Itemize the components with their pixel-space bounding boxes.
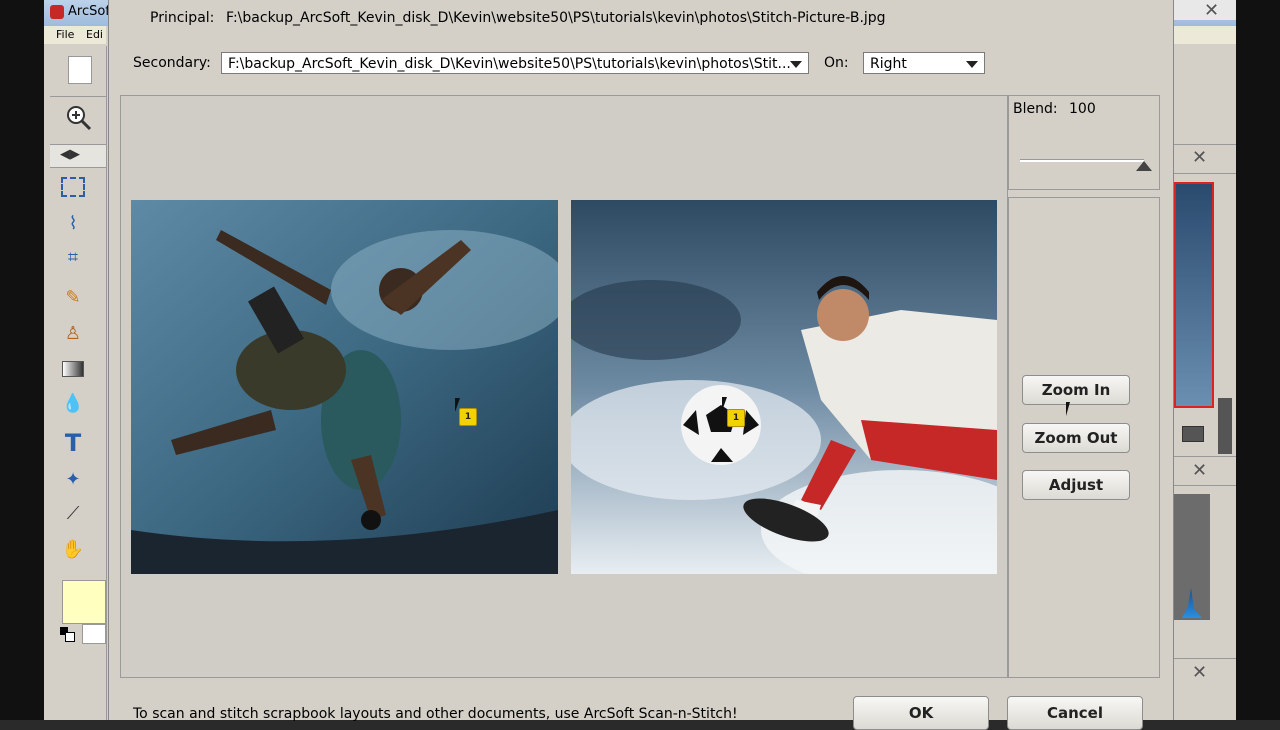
principal-label: Principal: bbox=[150, 10, 215, 26]
pencil-icon[interactable]: ✎ bbox=[58, 282, 88, 312]
water-drop-icon[interactable]: 💧 bbox=[58, 388, 88, 418]
image-icon[interactable] bbox=[1182, 426, 1204, 442]
marquee-select-icon[interactable] bbox=[58, 172, 88, 202]
secondary-label: Secondary: bbox=[133, 55, 211, 71]
ok-button[interactable]: OK bbox=[853, 696, 989, 730]
background-app-title: ArcSof bbox=[68, 4, 110, 19]
stamp-icon[interactable]: ♙ bbox=[58, 318, 88, 348]
zoom-in-button[interactable]: Zoom In bbox=[1022, 375, 1130, 405]
menu-file[interactable]: File bbox=[56, 28, 74, 41]
gradient-icon[interactable] bbox=[58, 354, 88, 384]
background-menubar-right bbox=[1172, 26, 1236, 44]
toolbar-divider bbox=[50, 96, 106, 97]
stitch-point-marker-left[interactable]: 1 bbox=[459, 408, 477, 426]
lasso-icon[interactable]: ⌇ bbox=[58, 208, 88, 238]
blend-label: Blend: bbox=[1013, 101, 1058, 117]
panel-close-icon-2[interactable]: ✕ bbox=[1192, 460, 1207, 481]
blend-slider-thumb[interactable] bbox=[1136, 161, 1152, 171]
text-tool-icon[interactable]: T bbox=[58, 428, 88, 458]
mouse-pointer-icon bbox=[1066, 402, 1070, 416]
thumbnail-preview[interactable] bbox=[1174, 182, 1214, 408]
screen-edge-right bbox=[1236, 0, 1280, 720]
menu-edit[interactable]: Edi bbox=[86, 28, 103, 41]
histogram-panel bbox=[1174, 494, 1210, 620]
app-logo-icon bbox=[50, 5, 64, 19]
zoom-out-button[interactable]: Zoom Out bbox=[1022, 423, 1130, 453]
screen-edge-left bbox=[0, 0, 44, 720]
panel-close-icon-3[interactable]: ✕ bbox=[1192, 662, 1207, 683]
cancel-button[interactable]: Cancel bbox=[1007, 696, 1143, 730]
panel-close-icon-1[interactable]: ✕ bbox=[1192, 147, 1207, 168]
on-label: On: bbox=[824, 55, 849, 71]
new-document-icon[interactable] bbox=[68, 56, 92, 84]
eyedropper-icon[interactable]: ⟋ bbox=[58, 498, 88, 528]
chevron-down-icon bbox=[966, 61, 978, 68]
nav-arrows-icon[interactable]: ◀▶ bbox=[60, 147, 80, 162]
foreground-color-swatch[interactable] bbox=[62, 580, 106, 624]
zoom-icon[interactable] bbox=[64, 103, 94, 133]
blend-slider-track[interactable] bbox=[1020, 159, 1144, 162]
close-icon[interactable]: ✕ bbox=[1204, 0, 1219, 21]
default-colors-icon[interactable] bbox=[60, 627, 75, 642]
shape-star-icon[interactable]: ✦ bbox=[58, 464, 88, 494]
crop-icon[interactable]: ⌗ bbox=[58, 242, 88, 272]
principal-path: F:\backup_ArcSoft_Kevin_disk_D\Kevin\web… bbox=[226, 10, 886, 26]
hand-icon[interactable]: ✋ bbox=[58, 534, 88, 564]
panel-expand-tab[interactable] bbox=[1218, 398, 1232, 454]
cursor-icon bbox=[455, 398, 460, 412]
on-select-value: Right bbox=[870, 56, 907, 72]
adjust-button[interactable]: Adjust bbox=[1022, 470, 1130, 500]
cursor-icon bbox=[722, 397, 727, 411]
secondary-select[interactable]: F:\backup_ArcSoft_Kevin_disk_D\Kevin\web… bbox=[221, 52, 809, 74]
stitch-point-marker-right[interactable]: 1 bbox=[727, 409, 745, 427]
chevron-down-icon bbox=[790, 61, 802, 68]
secondary-select-value: F:\backup_ArcSoft_Kevin_disk_D\Kevin\web… bbox=[228, 56, 791, 72]
background-panel-right-top bbox=[1172, 44, 1236, 144]
principal-photo[interactable] bbox=[131, 200, 558, 574]
on-select[interactable]: Right bbox=[863, 52, 985, 74]
blend-value: 100 bbox=[1069, 101, 1096, 117]
background-color-swatch[interactable] bbox=[82, 624, 106, 644]
secondary-photo[interactable] bbox=[571, 200, 997, 574]
